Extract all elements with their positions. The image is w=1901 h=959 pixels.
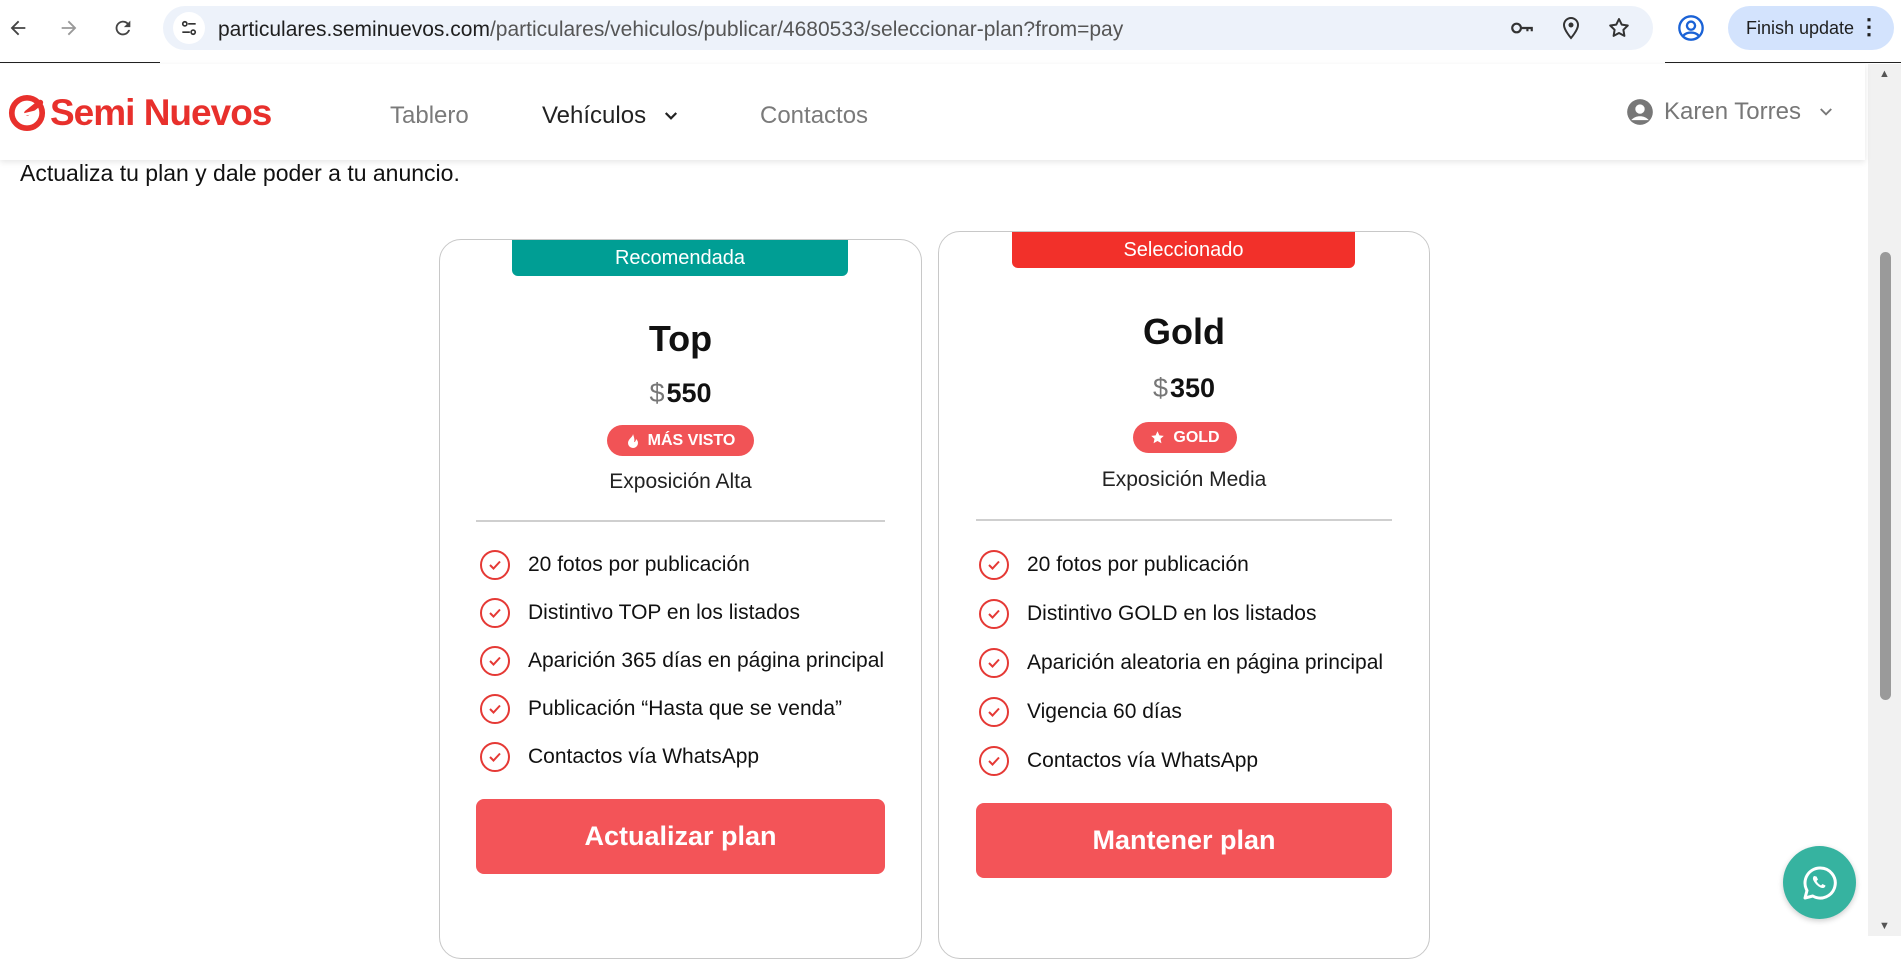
feature-item: Contactos vía WhatsApp	[480, 742, 759, 772]
browser-toolbar: particulares.seminuevos.com/particulares…	[0, 0, 1901, 56]
feature-item: Aparición 365 días en página principal	[480, 646, 884, 676]
check-circle-icon	[480, 598, 510, 628]
plan-exposure: Exposición Media	[1101, 468, 1267, 491]
check-circle-icon	[480, 742, 510, 772]
plan-tag-label: GOLD	[1173, 428, 1220, 446]
feature-text: Contactos vía WhatsApp	[1027, 749, 1259, 772]
user-menu[interactable]: Karen Torres	[1626, 98, 1835, 126]
check-circle-icon	[480, 694, 510, 724]
address-bar[interactable]: particulares.seminuevos.com/particulares…	[163, 6, 1653, 50]
plan-divider	[476, 520, 885, 522]
nav-tablero[interactable]: Tablero	[390, 102, 469, 130]
feature-item: Vigencia 60 días	[979, 697, 1182, 727]
nav-vehiculos[interactable]: Vehículos	[542, 102, 680, 130]
back-arrow-icon	[10, 20, 26, 36]
plan-tag: GOLD	[1133, 422, 1237, 453]
plan-card-top: Recomendada Top $550 MÁS VISTO Exposició…	[439, 239, 922, 959]
plan-ribbon: Seleccionado	[1012, 232, 1355, 268]
feature-item: Contactos vía WhatsApp	[979, 746, 1258, 776]
toolbar-divider	[0, 62, 160, 63]
nav-contactos[interactable]: Contactos	[760, 102, 868, 130]
plan-name: Top	[648, 318, 713, 359]
nav-vehiculos-label: Vehículos	[542, 102, 647, 129]
reload-icon	[115, 20, 131, 36]
check-circle-icon	[979, 746, 1009, 776]
plan-card-gold: Seleccionado Gold $350 GOLD Exposición M…	[938, 231, 1430, 959]
mantener-plan-button[interactable]: Mantener plan	[976, 803, 1392, 878]
feature-text: Aparición 365 días en página principal	[528, 649, 885, 672]
feature-item: Distintivo GOLD en los listados	[979, 599, 1316, 629]
check-circle-icon	[480, 550, 510, 580]
page-subtitle: Actualiza tu plan y dale poder a tu anun…	[20, 160, 460, 186]
url-text[interactable]: particulares.seminuevos.com/particulares…	[218, 18, 1123, 42]
whatsapp-icon	[1803, 865, 1837, 899]
finish-update-label: Finish update	[1746, 17, 1855, 38]
feature-item: Distintivo TOP en los listados	[480, 598, 800, 628]
fire-icon	[627, 433, 638, 448]
back-button[interactable]	[0, 10, 36, 46]
plan-price: $350	[939, 373, 1429, 404]
feature-item: Publicación “Hasta que se venda”	[480, 694, 842, 724]
user-name: Karen Torres	[1664, 98, 1801, 125]
feature-text: 20 fotos por publicación	[528, 553, 750, 576]
price-value: 550	[666, 378, 712, 408]
feature-text: Vigencia 60 días	[1027, 700, 1182, 723]
feature-text: Distintivo TOP en los listados	[528, 601, 800, 624]
plan-exposure: Exposición Alta	[609, 470, 752, 493]
finish-update-button[interactable]: Finish update ⋮	[1728, 6, 1894, 50]
plan-ribbon: Recomendada	[512, 240, 848, 276]
logo-text: Semi Nuevos	[50, 92, 272, 133]
check-circle-icon	[979, 648, 1009, 678]
star-icon	[1151, 431, 1165, 444]
feature-text: Aparición aleatoria en página principal	[1027, 651, 1384, 674]
seminuevos-logo[interactable]: Semi Nuevos	[8, 92, 272, 134]
actualizar-plan-button[interactable]: Actualizar plan	[476, 799, 885, 874]
price-value: 350	[1169, 373, 1216, 403]
scroll-thumb[interactable]	[1880, 252, 1891, 700]
feature-text: Contactos vía WhatsApp	[528, 745, 760, 768]
check-circle-icon	[480, 646, 510, 676]
feature-item: 20 fotos por publicación	[480, 550, 750, 580]
forward-arrow-icon	[61, 20, 77, 36]
feature-item: Aparición aleatoria en página principal	[979, 648, 1383, 678]
plan-tag-label: MÁS VISTO	[647, 431, 736, 449]
plan-tag: MÁS VISTO	[607, 425, 754, 456]
location-pin-icon[interactable]	[1557, 14, 1585, 42]
plan-price: $550	[440, 378, 921, 409]
profile-icon[interactable]	[1676, 13, 1706, 43]
check-circle-icon	[979, 599, 1009, 629]
feature-text: Publicación “Hasta que se venda”	[528, 697, 843, 720]
chevron-down-icon	[1820, 108, 1832, 116]
url-path: /particulares/vehiculos/publicar/4680533…	[489, 18, 1124, 41]
logo-mark-icon	[8, 94, 46, 132]
plan-name: Gold	[1143, 311, 1225, 352]
page-scrollbar[interactable]: ▲ ▼	[1868, 64, 1901, 936]
currency-symbol: $	[1152, 373, 1168, 403]
site-info-icon[interactable]	[173, 12, 205, 44]
forward-button[interactable]	[51, 10, 87, 46]
plan-divider	[976, 519, 1392, 521]
url-host: particulares.seminuevos.com	[218, 18, 490, 41]
check-circle-icon	[979, 550, 1009, 580]
currency-symbol: $	[649, 378, 665, 408]
check-circle-icon	[979, 697, 1009, 727]
reload-button[interactable]	[105, 10, 141, 46]
user-avatar-icon	[1627, 99, 1653, 125]
scroll-up-arrow-icon[interactable]: ▲	[1879, 68, 1890, 80]
chevron-down-icon	[665, 112, 678, 120]
feature-text: Distintivo GOLD en los listados	[1027, 602, 1317, 625]
feature-item: 20 fotos por publicación	[979, 550, 1249, 580]
bookmark-star-icon[interactable]	[1605, 14, 1633, 42]
whatsapp-button[interactable]	[1783, 846, 1856, 919]
toolbar-divider	[1665, 62, 1901, 63]
feature-text: 20 fotos por publicación	[1027, 553, 1249, 576]
scroll-down-arrow-icon[interactable]: ▼	[1879, 920, 1890, 932]
site-header: Semi Nuevos Tablero Vehículos Contactos …	[0, 64, 1865, 160]
more-options-icon[interactable]: ⋮	[1858, 16, 1880, 38]
password-key-icon[interactable]	[1508, 14, 1536, 42]
